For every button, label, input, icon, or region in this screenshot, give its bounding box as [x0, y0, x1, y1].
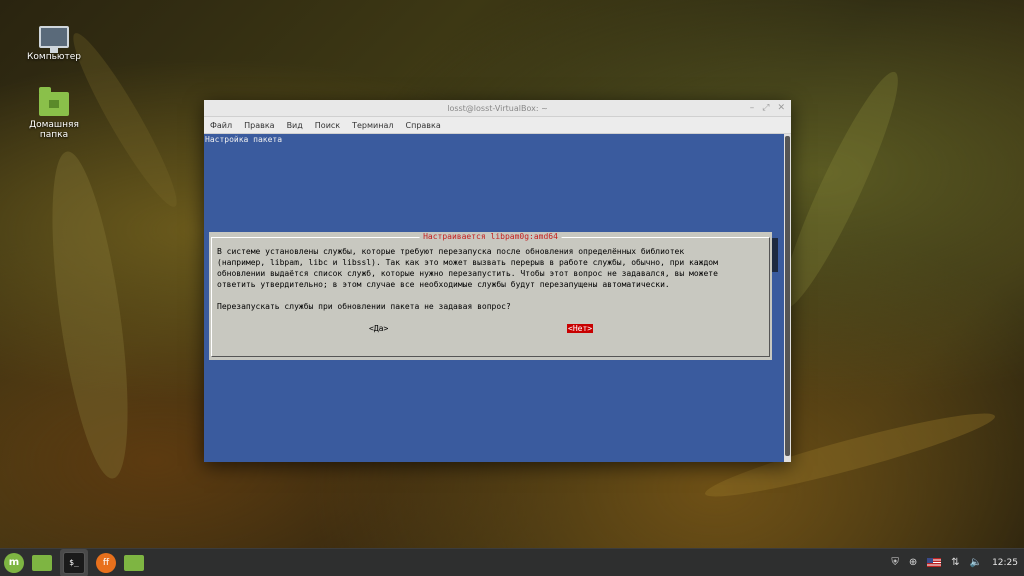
window-titlebar[interactable]: losst@losst-VirtualBox: ~ – ⤢ ✕: [204, 100, 791, 117]
computer-icon: [39, 26, 69, 53]
update-icon[interactable]: ⊕: [909, 557, 917, 568]
scrollbar-thumb[interactable]: [785, 136, 790, 456]
menu-terminal[interactable]: Терминал: [352, 117, 393, 133]
desktop-icon-label: Компьютер: [27, 52, 81, 62]
desktop-icon-home-folder[interactable]: Домашняя папка: [14, 87, 94, 140]
dialog-title: Настраивается libpam0g:amd64: [419, 232, 562, 241]
dialog-line: ответить утвердительно; в этом случае вс…: [217, 280, 670, 289]
yes-button[interactable]: <Да>: [369, 324, 388, 333]
terminal-window: losst@losst-VirtualBox: ~ – ⤢ ✕ Файл Пра…: [204, 100, 791, 462]
menu-help[interactable]: Справка: [406, 117, 441, 133]
dialog-body: В системе установлены службы, которые тр…: [217, 246, 762, 312]
menu-search[interactable]: Поиск: [315, 117, 340, 133]
terminal-scrollbar[interactable]: [784, 134, 791, 462]
minimize-button[interactable]: –: [750, 102, 755, 114]
window-controls: – ⤢ ✕: [750, 102, 785, 114]
terminal-area[interactable]: Настройка пакета Настраивается libpam0g:…: [204, 134, 784, 462]
clock[interactable]: 12:25: [992, 558, 1018, 568]
volume-icon[interactable]: 🔈: [970, 557, 982, 568]
desktop-icon-label: Домашняя папка: [29, 120, 79, 140]
network-icon[interactable]: ⇅: [951, 557, 959, 568]
dialog-line: (например, libpam, libc и libssl). Так к…: [217, 258, 718, 267]
mint-menu-icon[interactable]: m: [4, 552, 24, 573]
no-button[interactable]: <Нет>: [567, 324, 594, 333]
terminal-icon: $_: [63, 551, 85, 574]
terminal-header: Настройка пакета: [205, 135, 283, 144]
home-folder-icon: [39, 87, 69, 116]
menu-edit[interactable]: Правка: [244, 117, 274, 133]
debconf-dialog: Настраивается libpam0g:amd64 В системе у…: [209, 232, 772, 360]
menu-file[interactable]: Файл: [210, 117, 232, 133]
close-button[interactable]: ✕: [777, 102, 785, 114]
shield-icon[interactable]: ⛨: [891, 557, 899, 568]
dialog-line: В системе установлены службы, которые тр…: [217, 247, 685, 256]
dialog-question: Перезапускать службы при обновлении паке…: [217, 302, 511, 311]
dialog-shadow: [772, 238, 778, 272]
desktop-icon-computer[interactable]: Компьютер: [14, 26, 94, 62]
flag-us-icon[interactable]: [927, 558, 942, 567]
maximize-button[interactable]: ⤢: [762, 102, 769, 114]
menubar: Файл Правка Вид Поиск Терминал Справка: [204, 117, 791, 134]
dialog-line: обновлении выдаётся список служб, которы…: [217, 269, 718, 278]
folder-launcher-icon[interactable]: [124, 554, 144, 571]
wallpaper-stroke: [37, 147, 143, 483]
taskbar: m $_ ff ⛨ ⊕ ⇅ 🔈 12:25: [0, 548, 1024, 576]
firefox-icon[interactable]: ff: [96, 552, 116, 573]
files-launcher-icon[interactable]: [32, 554, 52, 571]
terminal-task[interactable]: $_: [60, 548, 88, 576]
menu-view[interactable]: Вид: [287, 117, 303, 133]
window-title: losst@losst-VirtualBox: ~: [447, 104, 548, 113]
